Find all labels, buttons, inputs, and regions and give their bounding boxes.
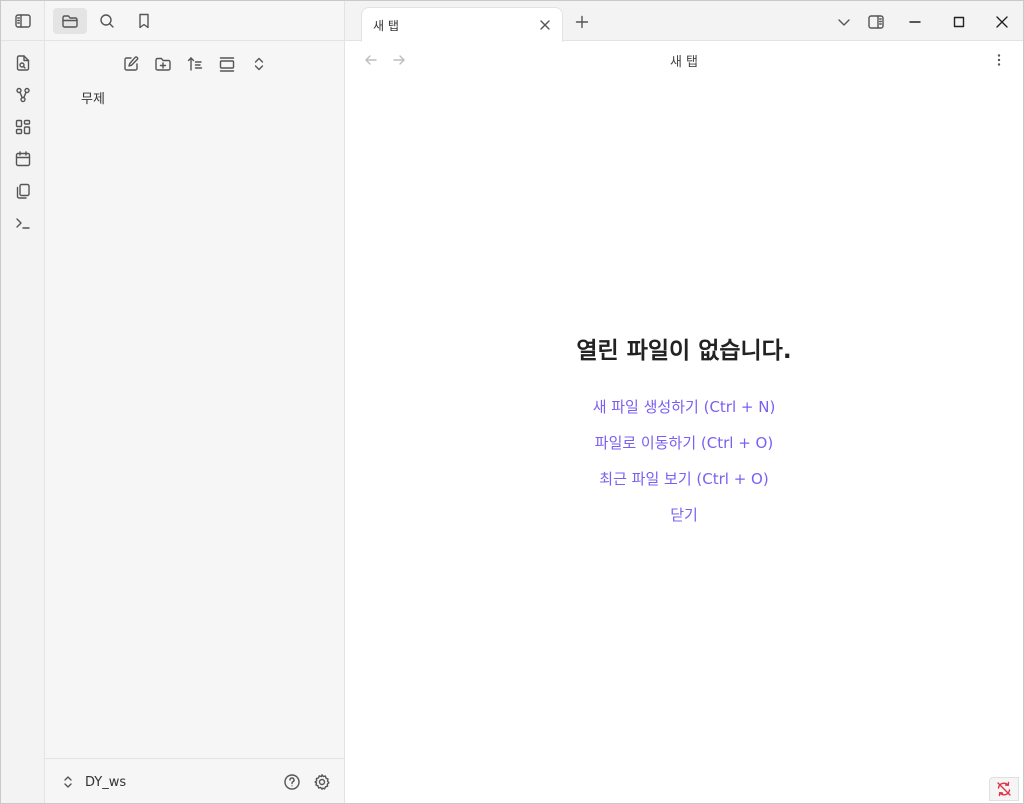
chevron-down-icon <box>836 14 852 30</box>
tab-bar: 새 탭 <box>345 1 1023 42</box>
expand-collapse-all-button[interactable] <box>246 51 272 77</box>
left-sidebar: 무제 DY_ws <box>45 1 345 803</box>
minimize-icon <box>908 15 922 29</box>
right-sidebar-toggle-icon <box>867 13 885 31</box>
new-folder-button[interactable] <box>150 51 176 77</box>
chevron-up-down-icon <box>59 773 77 791</box>
open-quick-switcher-button[interactable] <box>9 49 37 77</box>
vault-profile-bar: DY_ws <box>45 758 345 803</box>
sidebar-toggle-button[interactable] <box>1 1 45 41</box>
tab-bookmarks[interactable] <box>127 8 161 34</box>
bookmark-icon <box>135 12 153 30</box>
close-link[interactable]: 닫기 <box>345 497 1023 533</box>
command-palette-icon <box>14 214 32 232</box>
maximize-icon <box>952 15 966 29</box>
sync-status-button[interactable] <box>989 777 1019 801</box>
new-tab-button[interactable] <box>571 11 593 33</box>
graph-view-icon <box>14 86 32 104</box>
recent-files-link[interactable]: 최근 파일 보기 (Ctrl + O) <box>345 461 1023 497</box>
search-icon <box>98 12 116 30</box>
more-vertical-icon <box>991 52 1007 68</box>
sidebar-tab-header <box>45 1 345 41</box>
close-window-icon <box>995 15 1009 29</box>
view-title: 새 탭 <box>669 55 699 70</box>
collapse-icon <box>218 55 236 73</box>
tab-title: 새 탭 <box>373 19 399 33</box>
tab-close-button[interactable] <box>536 16 554 34</box>
expand-collapse-all-icon <box>250 55 268 73</box>
minimize-button[interactable] <box>902 9 928 35</box>
new-note-button[interactable] <box>118 51 144 77</box>
tab-search[interactable] <box>90 8 124 34</box>
maximize-button[interactable] <box>946 9 972 35</box>
vault-name: DY_ws <box>85 774 127 790</box>
graph-view-button[interactable] <box>9 81 37 109</box>
right-sidebar-toggle-button[interactable] <box>863 9 889 35</box>
daily-note-button[interactable] <box>9 145 37 173</box>
close-window-button[interactable] <box>989 9 1015 35</box>
sidebar-toggle-icon <box>14 12 32 30</box>
command-palette-button[interactable] <box>9 209 37 237</box>
open-quick-switcher-icon <box>14 54 32 72</box>
new-folder-icon <box>154 55 172 73</box>
create-new-file-link[interactable]: 새 파일 생성하기 (Ctrl + N) <box>345 389 1023 425</box>
new-note-icon <box>122 55 140 73</box>
templates-icon <box>14 182 32 200</box>
empty-state-title: 열린 파일이 없습니다. <box>576 338 792 364</box>
sync-error-icon <box>995 781 1013 797</box>
sort-icon <box>186 55 204 73</box>
canvas-icon <box>14 118 32 136</box>
view-header: 새 탭 <box>345 42 1023 78</box>
tab-file-explorer[interactable] <box>53 8 87 34</box>
folder-icon <box>61 12 79 30</box>
help-button[interactable] <box>279 769 305 795</box>
help-icon <box>283 773 301 791</box>
close-icon <box>538 18 552 32</box>
tab-list-button[interactable] <box>831 9 857 35</box>
daily-note-icon <box>14 150 32 168</box>
app-window: 무제 DY_ws 새 탭 새 탭 열린 파일이 없습니다. 새 파일 생성하기 … <box>0 0 1024 804</box>
go-to-file-link[interactable]: 파일로 이동하기 (Ctrl + O) <box>345 425 1023 461</box>
main-workspace: 새 탭 새 탭 열린 파일이 없습니다. 새 파일 생성하기 (Ctrl + N… <box>345 1 1023 803</box>
auto-reveal-button[interactable] <box>214 51 240 77</box>
empty-state: 열린 파일이 없습니다. 새 파일 생성하기 (Ctrl + N) 파일로 이동… <box>345 331 1023 533</box>
gear-icon <box>313 773 331 791</box>
more-options-button[interactable] <box>987 48 1011 72</box>
left-ribbon <box>1 1 45 803</box>
templates-button[interactable] <box>9 177 37 205</box>
file-tree-item[interactable]: 무제 <box>73 89 333 111</box>
vault-switcher[interactable]: DY_ws <box>59 769 126 795</box>
settings-button[interactable] <box>309 769 335 795</box>
canvas-button[interactable] <box>9 113 37 141</box>
plus-icon <box>574 14 590 30</box>
sort-button[interactable] <box>182 51 208 77</box>
tab-new-tab[interactable]: 새 탭 <box>361 7 563 42</box>
